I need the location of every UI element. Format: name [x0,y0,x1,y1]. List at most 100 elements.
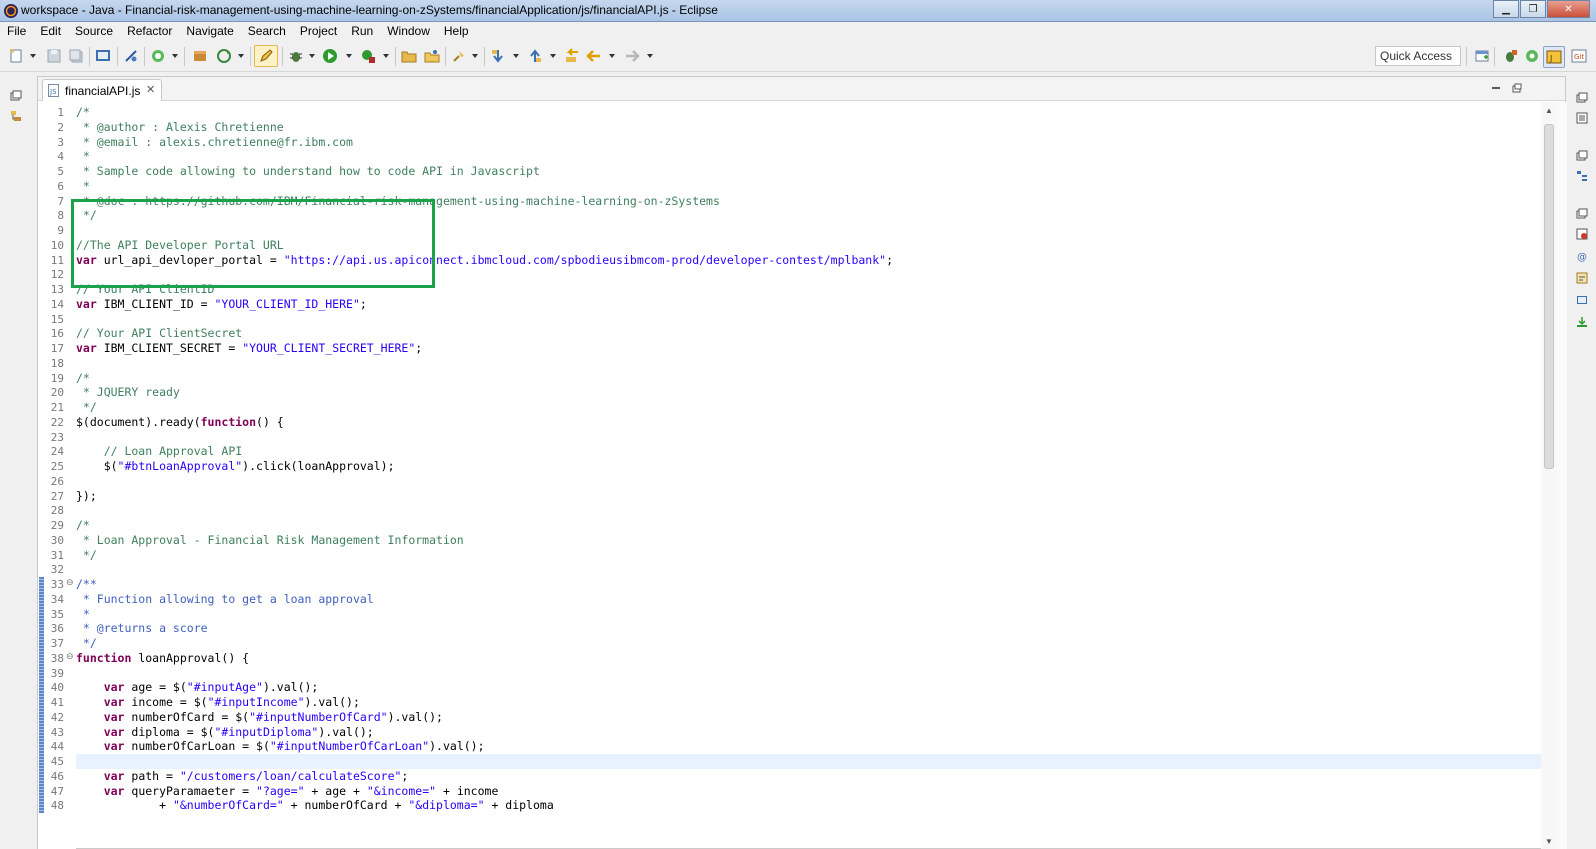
last-edit-location-icon[interactable] [564,48,580,64]
code-line[interactable]: * @returns a score [76,621,208,636]
forward-dropdown-arrow[interactable] [647,54,653,58]
code-line[interactable]: // Your API ClientID [76,282,214,297]
toggle-mark-occurrences-button[interactable] [254,45,278,67]
run-icon[interactable] [322,48,338,64]
menu-search[interactable]: Search [241,22,293,42]
code-line[interactable]: /** [76,577,97,592]
menu-window[interactable]: Window [380,22,437,42]
code-line[interactable]: var IBM_CLIENT_ID = "YOUR_CLIENT_ID_HERE… [76,297,367,312]
menu-file[interactable]: File [0,22,33,42]
next-annotation-dropdown-arrow[interactable] [513,54,519,58]
code-line[interactable]: // Loan Approval API [76,444,242,459]
code-line[interactable]: */ [76,208,97,223]
code-line[interactable]: var income = $("#inputIncome").val(); [76,695,360,710]
code-line[interactable]: * [76,607,90,622]
code-editor[interactable]: /* * @author : Alexis Chretienne * @emai… [76,102,1541,849]
skip-breakpoints-icon[interactable] [123,48,139,64]
run-dropdown-arrow[interactable] [346,54,352,58]
code-line[interactable]: var age = $("#inputAge").val(); [76,680,319,695]
external-tools-icon[interactable] [360,48,376,64]
restore-view-icon[interactable] [1576,92,1588,104]
problems-icon[interactable] [1576,228,1588,240]
debug-dropdown-arrow[interactable] [309,54,315,58]
tab-financialapi-js[interactable]: JS financialAPI.js ✕ [42,79,162,101]
code-line[interactable]: // Your API ClientSecret [76,326,242,341]
code-line[interactable]: var numberOfCard = $("#inputNumberOfCard… [76,710,443,725]
code-line[interactable]: * Loan Approval - Financial Risk Managem… [76,533,464,548]
debug-icon[interactable] [288,48,304,64]
code-line[interactable]: $("#btnLoanApproval").click(loanApproval… [76,459,395,474]
code-line[interactable]: }); [76,489,97,504]
debug-perspective-icon[interactable] [1502,48,1518,64]
code-line[interactable]: //The API Developer Portal URL [76,238,284,253]
restore-view-icon[interactable] [10,90,22,102]
refresh-icon[interactable] [216,48,232,64]
maximize-icon[interactable] [1512,83,1522,93]
code-line[interactable]: * Function allowing to get a loan approv… [76,592,374,607]
scroll-up-arrow-icon[interactable]: ▲ [1545,106,1553,115]
code-line[interactable]: * Sample code allowing to understand how… [76,164,540,179]
external-tools-dropdown-arrow[interactable] [383,54,389,58]
code-line[interactable]: */ [76,636,97,651]
minimize-button[interactable]: ▁ [1493,0,1519,18]
menu-run[interactable]: Run [344,22,380,42]
open-type-icon[interactable] [424,48,440,64]
server-dropdown-arrow[interactable] [172,54,178,58]
code-line[interactable]: */ [76,400,97,415]
console-icon[interactable] [95,48,111,64]
refresh-dropdown-arrow[interactable] [238,54,244,58]
save-all-icon[interactable] [68,48,84,64]
code-line[interactable]: /* [76,105,90,120]
back-icon[interactable] [586,48,602,64]
server-perspective-icon[interactable] [1524,48,1540,64]
scrollbar-thumb[interactable] [1544,124,1554,469]
search-icon[interactable] [451,48,467,64]
forward-icon[interactable] [624,48,640,64]
new-server-icon[interactable] [150,48,166,64]
code-line[interactable]: function loanApproval() { [76,651,249,666]
restore-button[interactable]: ❐ [1520,0,1546,18]
save-icon[interactable] [46,48,62,64]
scroll-down-arrow-icon[interactable]: ▼ [1545,837,1553,846]
close-button[interactable]: ✕ [1547,0,1590,18]
git-perspective-icon[interactable]: Git [1571,48,1587,64]
restore-view-icon[interactable] [1576,150,1588,162]
code-line[interactable]: * @author : Alexis Chretienne [76,120,284,135]
minimize-icon[interactable] [1491,83,1501,93]
previous-annotation-dropdown-arrow[interactable] [550,54,556,58]
next-annotation-icon[interactable] [490,48,506,64]
menu-source[interactable]: Source [68,22,120,42]
code-line[interactable]: $(document).ready(function() { [76,415,284,430]
new-icon[interactable] [8,48,24,64]
code-line[interactable]: * [76,149,90,164]
search-dropdown-arrow[interactable] [472,54,478,58]
code-line[interactable]: var queryParamaeter = "?age=" + age + "&… [76,784,499,799]
code-line[interactable]: * @email : alexis.chretienne@fr.ibm.com [76,135,353,150]
console-view-icon[interactable] [1576,294,1588,306]
code-line[interactable]: * [76,179,90,194]
fold-toggle-icon[interactable]: ⊖ [66,651,74,662]
code-line[interactable]: var diploma = $("#inputDiploma").val(); [76,725,374,740]
package-icon[interactable] [192,48,208,64]
javadoc-icon[interactable]: @ [1576,250,1588,262]
code-line[interactable]: */ [76,548,97,563]
menu-help[interactable]: Help [437,22,476,42]
code-line[interactable]: var path = "/customers/loan/calculateSco… [76,769,409,784]
code-line[interactable]: var numberOfCarLoan = $("#inputNumberOfC… [76,739,485,754]
code-line[interactable]: var IBM_CLIENT_SECRET = "YOUR_CLIENT_SEC… [76,341,422,356]
task-list-icon[interactable] [1576,112,1588,124]
vertical-scrollbar[interactable]: ▲ ▼ [1541,102,1557,849]
menu-edit[interactable]: Edit [33,22,68,42]
java-perspective-button[interactable]: J [1543,46,1565,68]
package-explorer-icon[interactable] [10,110,22,122]
back-dropdown-arrow[interactable] [609,54,615,58]
code-line[interactable]: * @doc : https://github.com/IBM/Financia… [76,194,720,209]
quick-access-field[interactable]: Quick Access [1375,46,1461,66]
code-line[interactable]: /* [76,371,90,386]
code-line[interactable]: /* [76,518,90,533]
open-folder-icon[interactable] [401,48,417,64]
fold-toggle-icon[interactable]: ⊖ [66,577,74,588]
declaration-icon[interactable] [1576,272,1588,284]
progress-icon[interactable] [1576,316,1588,328]
previous-annotation-icon[interactable] [527,48,543,64]
